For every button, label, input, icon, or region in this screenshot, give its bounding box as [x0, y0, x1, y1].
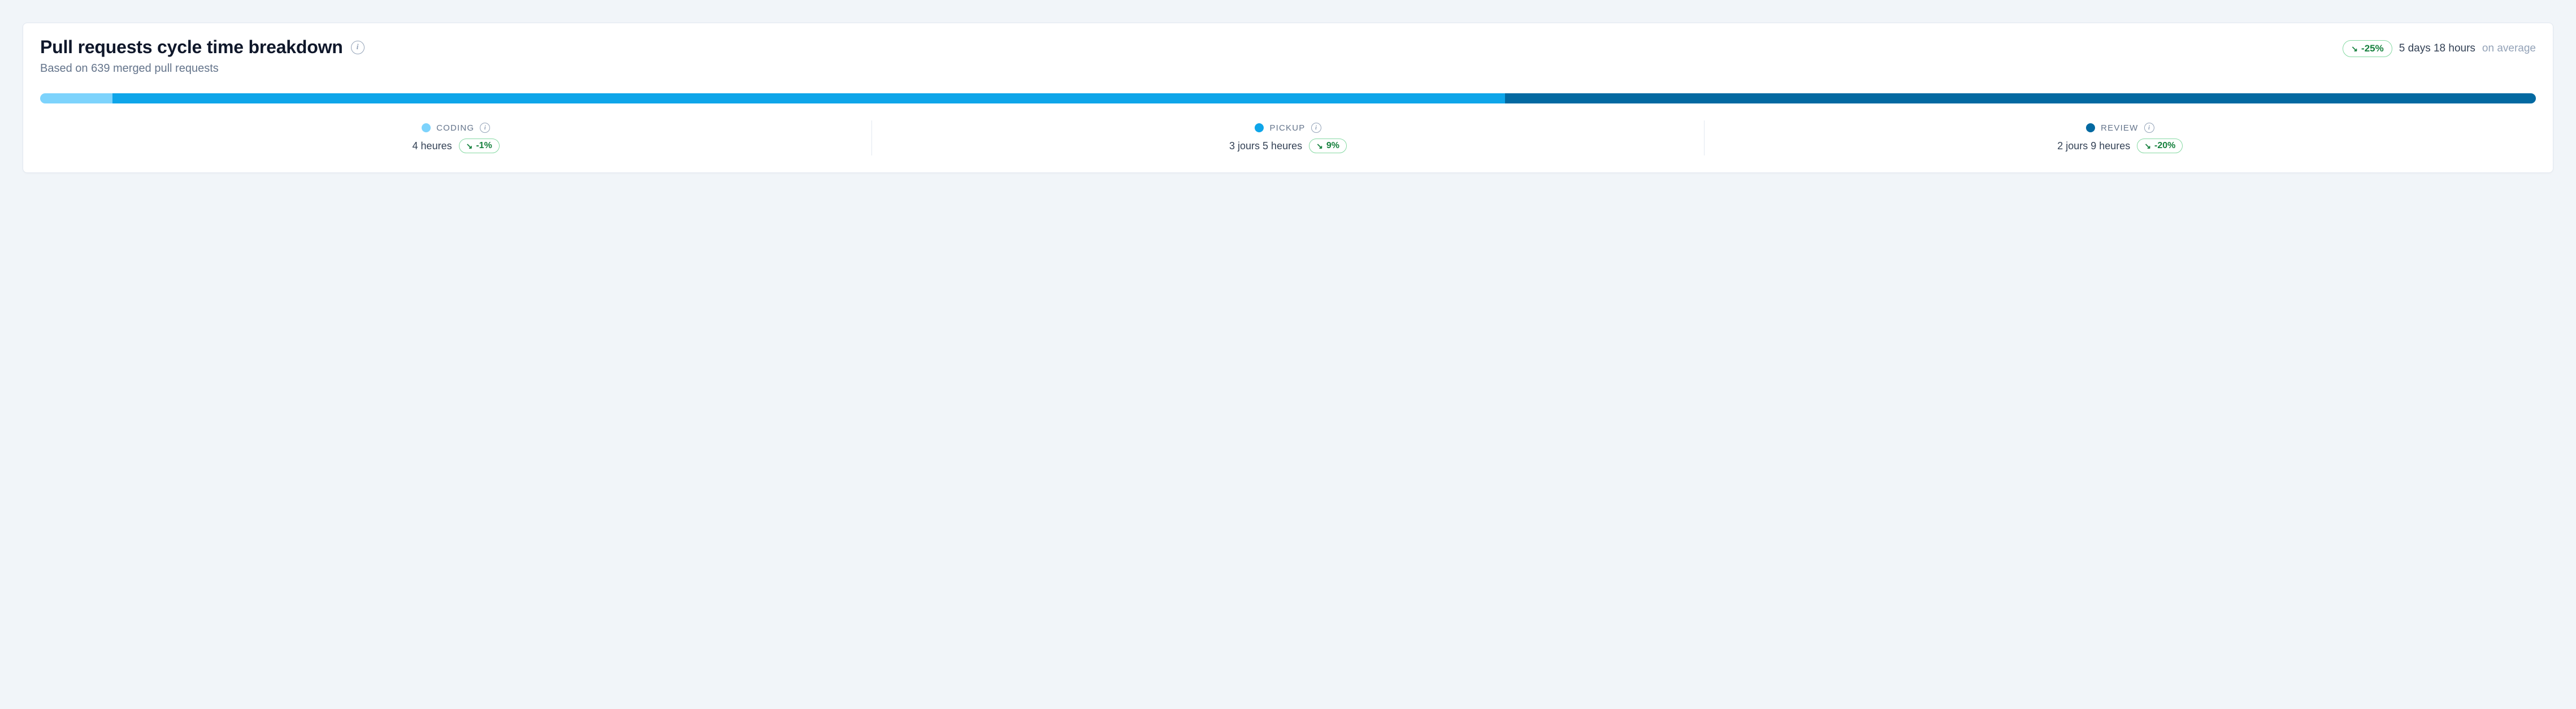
- bar-segment-review: [1505, 93, 2536, 103]
- arrow-down-right-icon: ↘: [2144, 141, 2151, 151]
- summary-value: 5 days 18 hours: [2399, 42, 2475, 55]
- stage-title-row: CODING i: [422, 123, 490, 133]
- stage-label: CODING: [436, 123, 474, 133]
- dot-icon: [422, 123, 431, 132]
- arrow-down-right-icon: ↘: [466, 141, 473, 151]
- arrow-down-right-icon: ↘: [2351, 44, 2358, 54]
- stage-title-row: PICKUP i: [1255, 123, 1321, 133]
- stages-row: CODING i 4 heures ↘ -1% PICKUP i 3 jours…: [40, 120, 2536, 155]
- stage-value-row: 2 jours 9 heures ↘ -20%: [2057, 139, 2183, 153]
- stage-label: REVIEW: [2101, 123, 2138, 133]
- summary-delta-badge: ↘ -25%: [2343, 40, 2392, 57]
- stage-delta-badge: ↘ -20%: [2137, 139, 2183, 153]
- stage-value-row: 3 jours 5 heures ↘ 9%: [1229, 139, 1347, 153]
- stage-coding: CODING i 4 heures ↘ -1%: [40, 120, 872, 155]
- stage-title-row: REVIEW i: [2086, 123, 2154, 133]
- stage-value-row: 4 heures ↘ -1%: [413, 139, 500, 153]
- summary-suffix: on average: [2482, 42, 2536, 55]
- stage-delta-badge: ↘ 9%: [1309, 139, 1347, 153]
- dot-icon: [2086, 123, 2095, 132]
- title-block: Pull requests cycle time breakdown i Bas…: [40, 37, 365, 75]
- summary-block: ↘ -25% 5 days 18 hours on average: [2343, 40, 2536, 57]
- title-line: Pull requests cycle time breakdown i: [40, 37, 365, 58]
- stage-delta-value: -20%: [2154, 141, 2175, 151]
- card-header: Pull requests cycle time breakdown i Bas…: [40, 37, 2536, 75]
- bar-segment-coding: [40, 93, 112, 103]
- breakdown-bar: [40, 93, 2536, 103]
- info-icon[interactable]: i: [2144, 123, 2154, 133]
- stage-delta-value: -1%: [476, 141, 492, 151]
- summary-delta-value: -25%: [2361, 43, 2384, 54]
- cycle-time-card: Pull requests cycle time breakdown i Bas…: [23, 23, 2553, 173]
- stage-label: PICKUP: [1269, 123, 1305, 133]
- info-icon[interactable]: i: [1311, 123, 1321, 133]
- info-icon[interactable]: i: [351, 41, 365, 54]
- stage-value: 4 heures: [413, 140, 452, 152]
- stage-value: 2 jours 9 heures: [2057, 140, 2130, 152]
- stage-pickup: PICKUP i 3 jours 5 heures ↘ 9%: [872, 120, 1704, 155]
- dot-icon: [1255, 123, 1264, 132]
- bar-segment-pickup: [112, 93, 1505, 103]
- card-title: Pull requests cycle time breakdown: [40, 37, 343, 58]
- stage-review: REVIEW i 2 jours 9 heures ↘ -20%: [1705, 120, 2536, 155]
- info-icon[interactable]: i: [480, 123, 490, 133]
- stage-delta-value: 9%: [1326, 141, 1339, 151]
- arrow-down-right-icon: ↘: [1316, 141, 1323, 151]
- stage-value: 3 jours 5 heures: [1229, 140, 1302, 152]
- stage-delta-badge: ↘ -1%: [459, 139, 500, 153]
- card-subtitle: Based on 639 merged pull requests: [40, 62, 365, 75]
